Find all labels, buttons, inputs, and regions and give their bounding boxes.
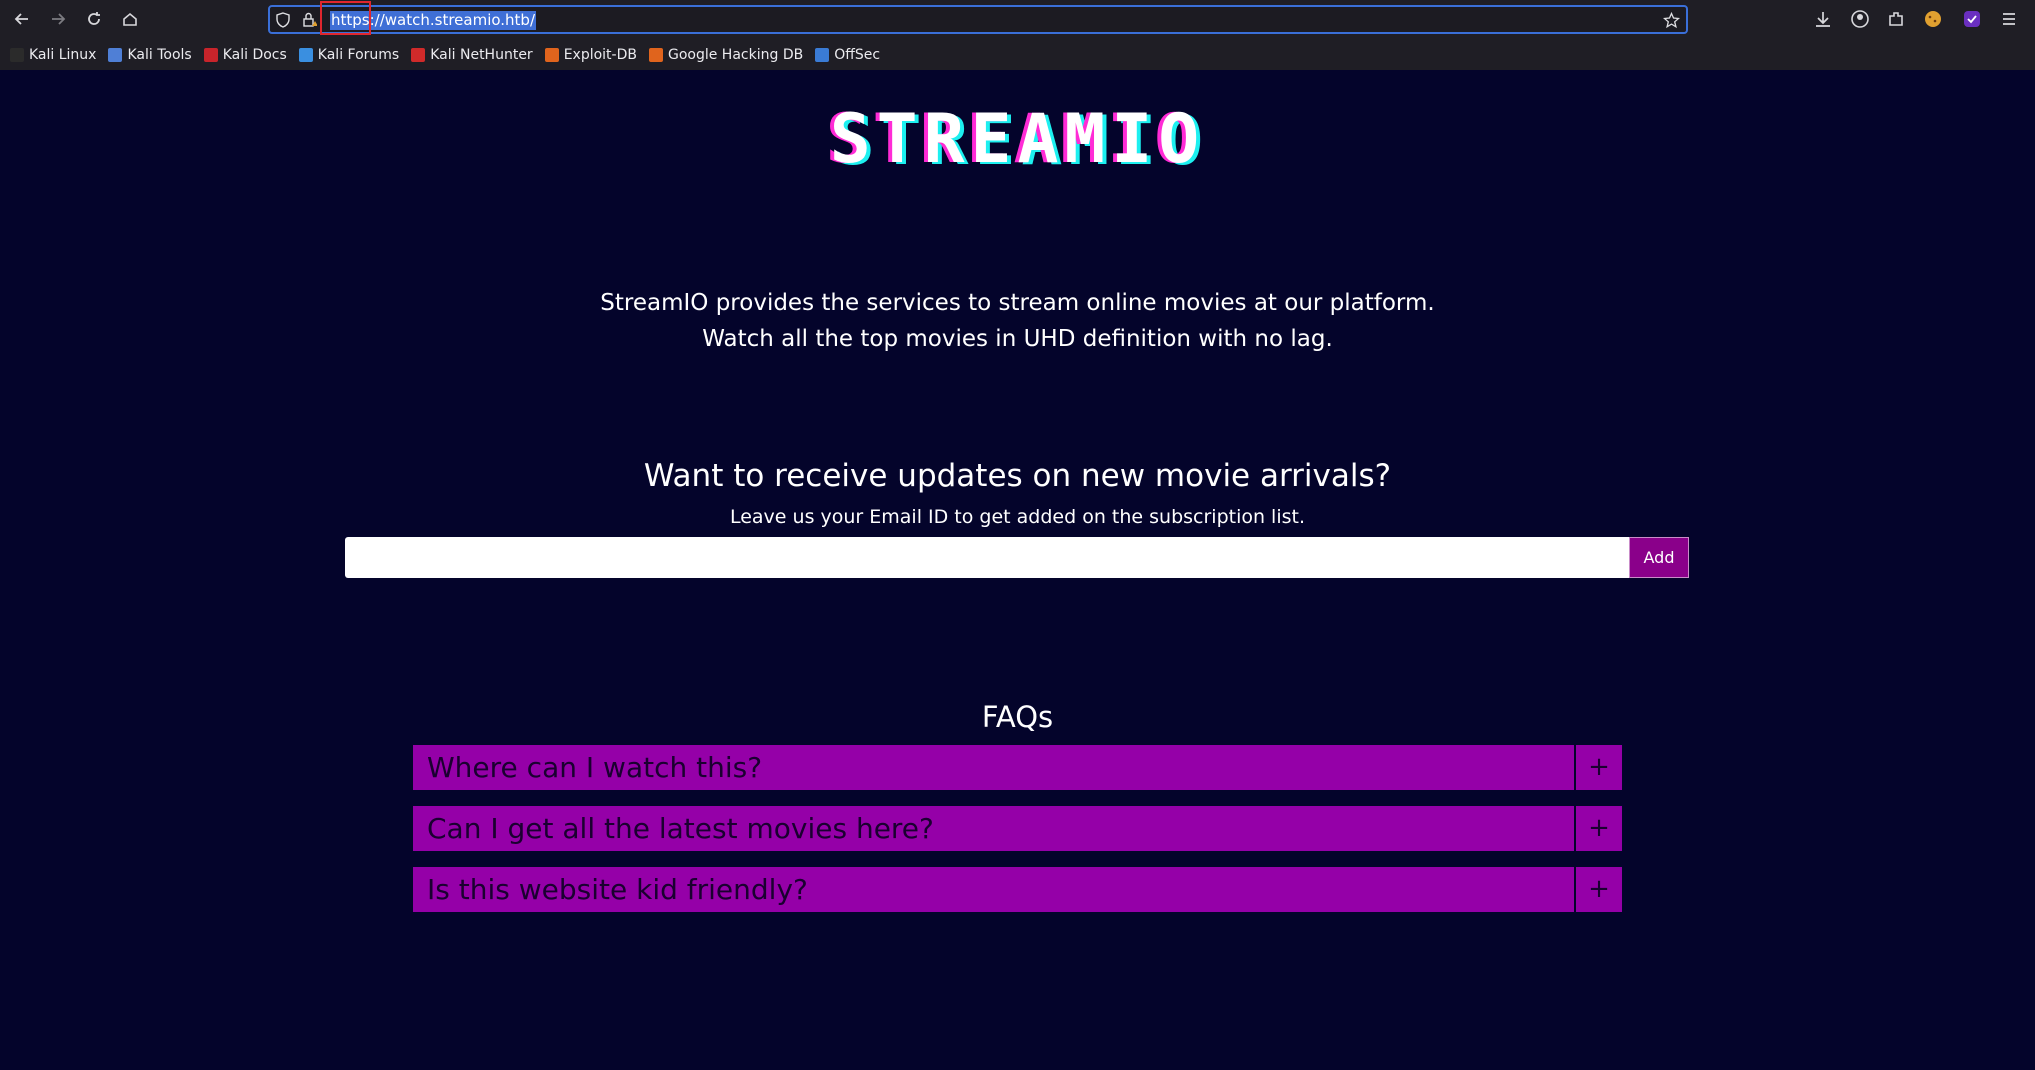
site-logo: STREAMIO: [829, 100, 1206, 179]
page-content: STREAMIO StreamIO provides the services …: [0, 70, 2035, 1070]
bookmark-label: Kali NetHunter: [430, 47, 533, 63]
menu-icon[interactable]: [1999, 9, 2019, 29]
bookmark-star-icon[interactable]: [1663, 12, 1680, 29]
bookmark-item[interactable]: Kali Docs: [203, 47, 287, 63]
bookmarks-bar: Kali Linux Kali Tools Kali Docs Kali Forums…: [0, 40, 2035, 70]
https-highlight-box: [320, 1, 371, 35]
bookmark-item[interactable]: Kali Tools: [108, 47, 192, 63]
back-icon[interactable]: [9, 7, 35, 31]
faq-question[interactable]: Is this website kid friendly?: [413, 867, 1574, 912]
bookmark-label: Google Hacking DB: [667, 47, 804, 63]
home-icon[interactable]: [117, 7, 143, 31]
bookmark-favicon-icon: [203, 48, 218, 62]
download-icon[interactable]: [1813, 9, 1833, 29]
description-line-1: StreamIO provides the services to stream…: [600, 290, 1435, 316]
faq-expand-button[interactable]: +: [1576, 745, 1622, 790]
faq-question[interactable]: Where can I watch this?: [413, 745, 1574, 790]
cookie-extension-icon[interactable]: [1923, 9, 1943, 29]
bookmark-favicon-icon: [411, 48, 426, 62]
bookmark-item[interactable]: OffSec: [815, 47, 880, 63]
bookmark-item[interactable]: Kali NetHunter: [411, 47, 533, 63]
bookmark-item[interactable]: Exploit-DB: [544, 47, 637, 63]
faq-expand-button[interactable]: +: [1576, 806, 1622, 851]
account-icon[interactable]: [1850, 9, 1870, 29]
bookmark-favicon-icon: [648, 48, 663, 62]
extensions-icon[interactable]: [1886, 9, 1906, 29]
bookmark-label: Kali Forums: [317, 47, 400, 63]
bookmark-label: Exploit-DB: [563, 47, 637, 63]
bookmark-item[interactable]: Kali Linux: [10, 47, 96, 63]
faq-item[interactable]: Is this website kid friendly? +: [413, 867, 1622, 912]
faq-question[interactable]: Can I get all the latest movies here?: [413, 806, 1574, 851]
bookmark-favicon-icon: [108, 48, 123, 62]
faq-title: FAQs: [981, 700, 1054, 734]
bookmark-label: Kali Docs: [222, 47, 287, 63]
bookmark-favicon-icon: [10, 48, 24, 62]
bookmark-label: Kali Linux: [29, 47, 97, 63]
bookmark-item[interactable]: Google Hacking DB: [648, 47, 804, 63]
faq-expand-button[interactable]: +: [1576, 867, 1622, 912]
reload-icon[interactable]: [81, 7, 107, 31]
description-line-2: Watch all the top movies in UHD definiti…: [702, 326, 1333, 352]
subscribe-text: Leave us your Email ID to get added on t…: [729, 506, 1306, 528]
browser-toolbar: https://watch.streamio.htb/: [0, 0, 2035, 38]
shield-icon: [276, 12, 290, 28]
browser-chrome: https://watch.streamio.htb/ Kali Linux Ka…: [0, 0, 2035, 70]
forward-icon[interactable]: [45, 7, 71, 31]
bookmark-favicon-icon: [298, 48, 313, 62]
bookmark-label: OffSec: [834, 47, 881, 63]
email-input[interactable]: [345, 537, 1630, 578]
add-button[interactable]: Add: [1629, 537, 1689, 578]
security-extension-icon[interactable]: [1962, 9, 1982, 29]
bookmark-label: Kali Tools: [127, 47, 192, 63]
bookmark-favicon-icon: [544, 48, 559, 62]
faq-item[interactable]: Can I get all the latest movies here? +: [413, 806, 1622, 851]
url-bar[interactable]: https://watch.streamio.htb/: [268, 5, 1688, 34]
bookmark-item[interactable]: Kali Forums: [298, 47, 400, 63]
faq-item[interactable]: Where can I watch this? +: [413, 745, 1622, 790]
lock-warning-icon: [303, 12, 317, 27]
bookmark-favicon-icon: [815, 48, 830, 62]
subscribe-heading: Want to receive updates on new movie arr…: [643, 458, 1392, 494]
